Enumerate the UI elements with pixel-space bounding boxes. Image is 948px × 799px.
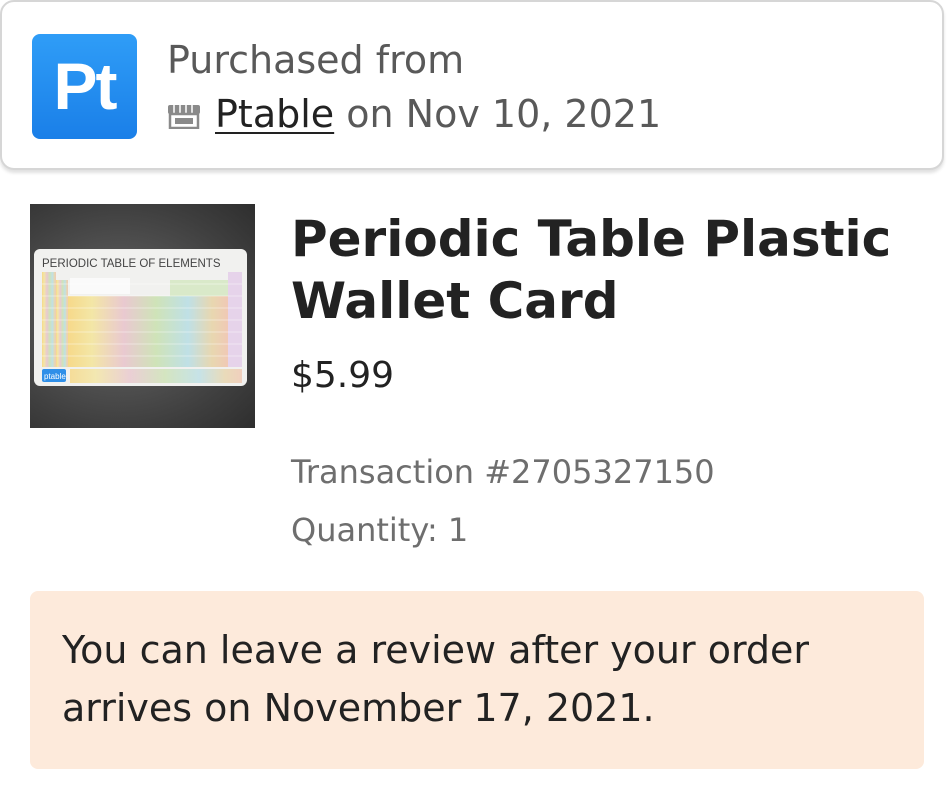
shop-card: Pt Purchased from Ptable on Nov 10, 2021 <box>0 0 944 170</box>
store-icon <box>168 105 200 129</box>
image-caption: PERIODIC TABLE OF ELEMENTS <box>42 258 221 270</box>
shop-name-link[interactable]: Ptable <box>215 92 334 136</box>
product-image-card: PERIODIC TABLE OF ELEMENTS ptable <box>34 249 247 386</box>
purchase-date: on Nov 10, 2021 <box>346 92 662 136</box>
shop-logo[interactable]: Pt <box>32 34 137 139</box>
shop-line: Ptable on Nov 10, 2021 <box>167 92 661 136</box>
image-brand: ptable <box>44 372 66 381</box>
quantity-label: Quantity: 1 <box>291 511 469 549</box>
transaction-number: Transaction #2705327150 <box>291 453 715 491</box>
purchased-from-label: Purchased from <box>167 38 465 82</box>
product-image[interactable]: PERIODIC TABLE OF ELEMENTS ptable <box>30 204 255 428</box>
product-title[interactable]: Periodic Table Plastic Wallet Card <box>291 208 911 332</box>
product-price: $5.99 <box>291 355 395 396</box>
review-notice: You can leave a review after your order … <box>30 591 924 769</box>
